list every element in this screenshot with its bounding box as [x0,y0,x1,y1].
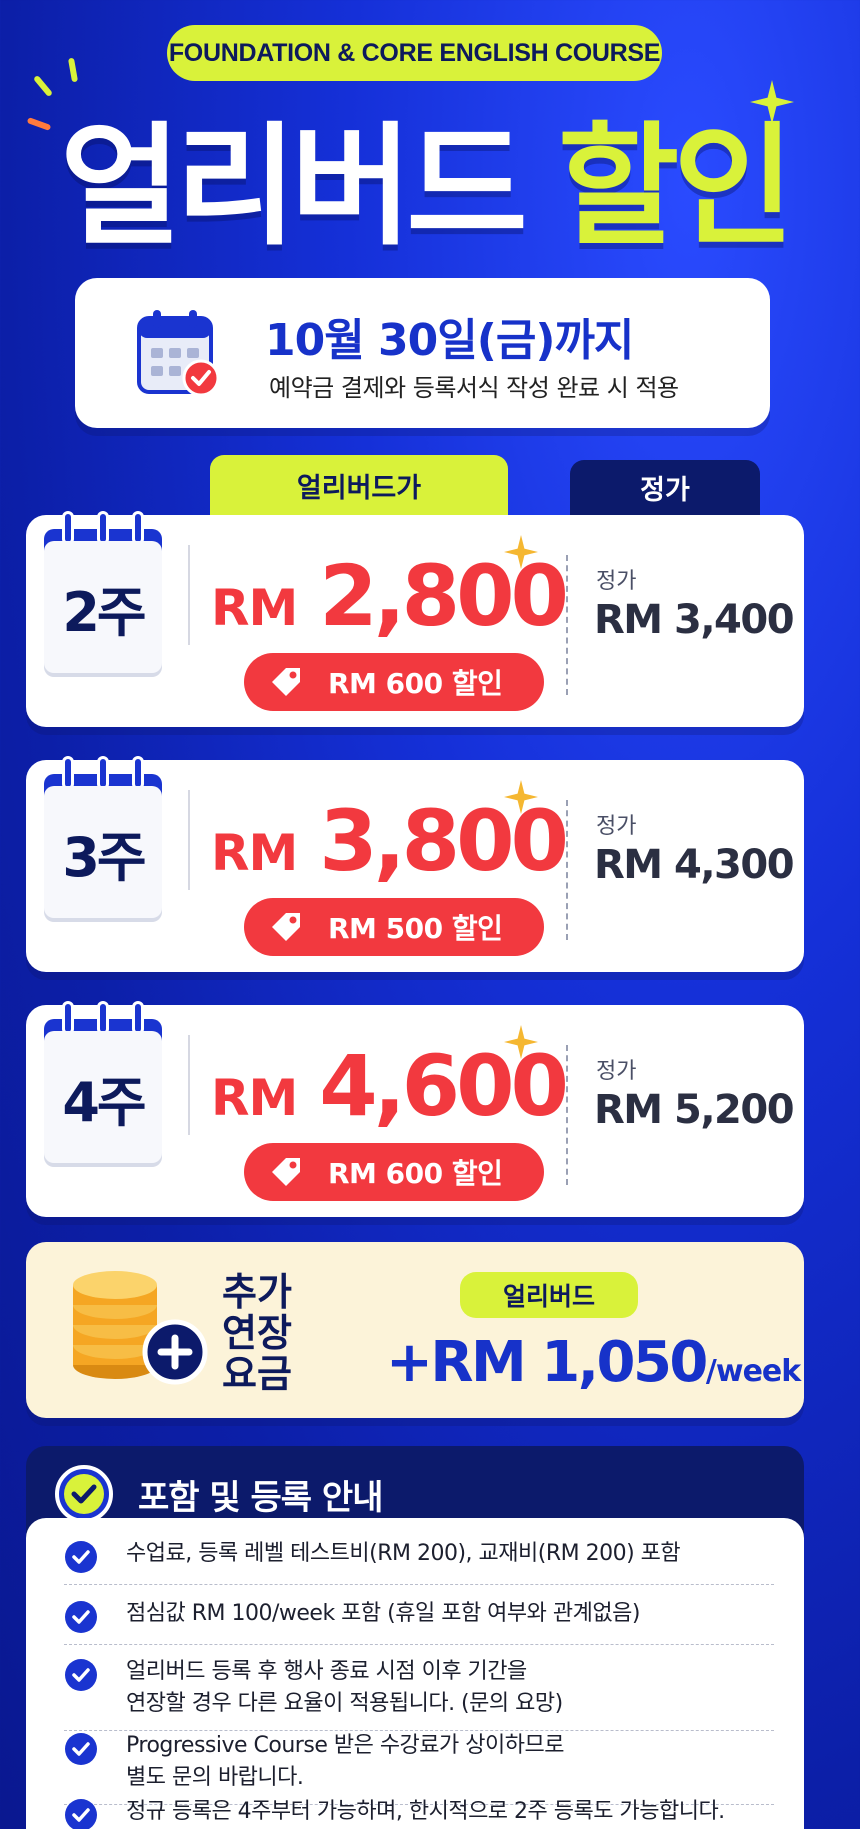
list-item: 수업료, 등록 레벨 테스트비(RM 200), 교재비(RM 200) 포함 [64,1538,774,1585]
column-header-regular: 정가 [570,460,760,515]
price-tag-icon [272,668,300,696]
regular-price-label: 정가 [596,569,637,594]
plan-card-4-weeks: 4주 RM 4,600 RM 600 할인 정가 RM 5,200 [26,1001,804,1217]
discount-text: RM 600 할인 [328,1157,503,1190]
plan-card-3-weeks: 3주 RM 3,800 RM 500 할인 정가 RM 4,300 [26,756,804,972]
deadline-date: 10월 30일(금)까지 [265,315,634,366]
course-name-pill: FOUNDATION & CORE ENGLISH COURSE [167,25,662,81]
week-calendar-badge: 4주 [44,1001,162,1171]
spark-decoration [32,74,54,98]
list-item: 얼리버드 등록 후 행사 종료 시점 이후 기간을 연장할 경우 다른 요율이 … [64,1656,774,1731]
list-item: 점심값 RM 100/week 포함 (휴일 포함 여부와 관계없음) [64,1598,774,1645]
info-list: 수업료, 등록 레벨 테스트비(RM 200), 교재비(RM 200) 포함 … [26,1518,804,1829]
check-circle-icon [55,1465,113,1523]
spark-decoration [26,117,52,131]
sparkle-icon [504,780,538,814]
title-discount: 할인 [557,109,795,264]
regular-price: RM 4,300 [594,842,795,888]
extension-fee-card: 추가 연장 요금 얼리버드 +RM 1,050/week [26,1242,804,1418]
extension-price: +RM 1,050/week [386,1330,801,1395]
discount-badge: RM 600 할인 [244,653,544,711]
check-icon [65,1659,97,1691]
page-title: 얼리버드 할인 [60,95,820,264]
sparkle-icon [504,1025,538,1059]
check-icon [65,1733,97,1765]
discount-badge: RM 500 할인 [244,898,544,956]
plan-weeks: 3주 [44,786,162,918]
regular-price: RM 3,400 [594,597,795,643]
plan-card-2-weeks: 2주 RM 2,800 RM 600 할인 정가 RM 3,400 [26,511,804,727]
week-calendar-badge: 2주 [44,511,162,681]
deadline-card: 10월 30일(금)까지 예약금 결제와 등록서식 작성 완료 시 적용 [75,278,770,428]
deadline-condition: 예약금 결제와 등록서식 작성 완료 시 적용 [269,374,679,402]
extension-fee-label: 추가 연장 요금 [222,1270,292,1396]
plan-weeks: 2주 [44,541,162,673]
calendar-check-icon [137,310,220,397]
regular-price: RM 5,200 [594,1087,795,1133]
week-calendar-badge: 3주 [44,756,162,926]
price-tag-icon [272,1158,300,1186]
discount-badge: RM 600 할인 [244,1143,544,1201]
title-early-bird: 얼리버드 [60,109,528,264]
info-title: 포함 및 등록 안내 [138,1478,383,1518]
discount-text: RM 600 할인 [328,667,503,700]
regular-price-label: 정가 [596,1059,637,1084]
regular-price-label: 정가 [596,814,637,839]
check-icon [65,1799,97,1829]
price-tag-icon [272,913,300,941]
list-item: 정규 등록은 4주부터 가능하며, 한시적으로 2주 등록도 가능합니다. [64,1796,774,1829]
coins-plus-icon [73,1271,208,1385]
list-item: Progressive Course 받은 수강료가 상이하므로 별도 문의 바… [64,1730,774,1805]
plan-weeks: 4주 [44,1031,162,1163]
check-icon [65,1601,97,1633]
sparkle-icon [504,535,538,569]
column-header-early-bird: 얼리버드가 [210,455,508,515]
check-icon [65,1541,97,1573]
early-bird-tag: 얼리버드 [460,1272,638,1318]
discount-text: RM 500 할인 [328,912,503,945]
